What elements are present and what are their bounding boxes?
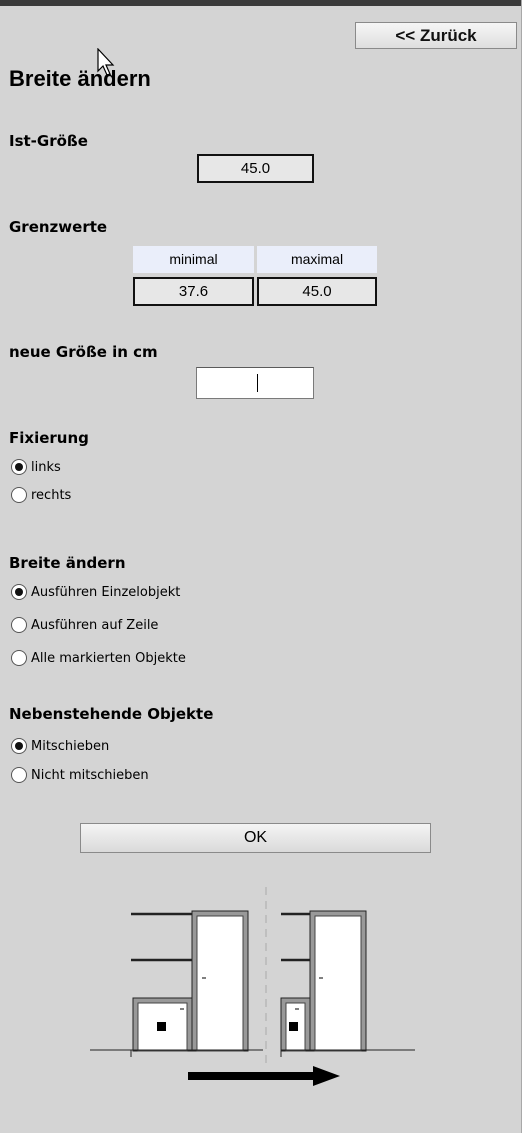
radio-button-icon[interactable] — [11, 650, 27, 666]
radio-einzelobjekt[interactable]: Ausführen Einzelobjekt — [11, 581, 180, 603]
radio-alle-markierten[interactable]: Alle markierten Objekte — [11, 647, 186, 669]
radio-label: Nicht mitschieben — [31, 767, 149, 783]
radio-label: links — [31, 459, 61, 475]
ok-button[interactable]: OK — [80, 823, 431, 853]
ist-size-value: 45.0 — [197, 154, 314, 183]
new-size-label: neue Größe in cm — [9, 343, 158, 361]
radio-nicht-mitschieben[interactable]: Nicht mitschieben — [11, 764, 149, 786]
limits-label: Grenzwerte — [9, 218, 108, 236]
radio-button-icon[interactable] — [11, 738, 27, 754]
radio-button-icon[interactable] — [11, 584, 27, 600]
nebenstehende-label: Nebenstehende Objekte — [9, 705, 214, 723]
back-button[interactable]: << Zurück — [355, 22, 517, 49]
top-border — [0, 0, 525, 6]
limits-max-value: 45.0 — [257, 277, 377, 306]
radio-button-icon[interactable] — [11, 487, 27, 503]
radio-label: Ausführen auf Zeile — [31, 617, 159, 633]
radio-button-icon[interactable] — [11, 617, 27, 633]
radio-zeile[interactable]: Ausführen auf Zeile — [11, 614, 158, 636]
fixierung-label: Fixierung — [9, 429, 89, 447]
cabinet-resize-diagram-icon — [90, 887, 415, 1086]
breite-aendern-label: Breite ändern — [9, 554, 126, 572]
radio-label: Ausführen Einzelobjekt — [31, 584, 181, 600]
radio-button-icon[interactable] — [11, 767, 27, 783]
radio-fix-rechts[interactable]: rechts — [11, 484, 71, 506]
radio-fix-links[interactable]: links — [11, 456, 61, 478]
new-size-input[interactable] — [196, 367, 314, 399]
radio-mitschieben[interactable]: Mitschieben — [11, 735, 109, 757]
ist-size-label: Ist-Größe — [9, 132, 88, 150]
limits-min-header: minimal — [133, 246, 254, 273]
text-caret — [257, 374, 258, 392]
radio-button-icon[interactable] — [11, 459, 27, 475]
radio-label: Mitschieben — [31, 738, 110, 754]
limits-min-value: 37.6 — [133, 277, 254, 306]
page-title: Breite ändern — [9, 66, 151, 91]
radio-label: rechts — [31, 487, 72, 503]
radio-label: Alle markierten Objekte — [31, 650, 186, 666]
limits-max-header: maximal — [257, 246, 377, 273]
